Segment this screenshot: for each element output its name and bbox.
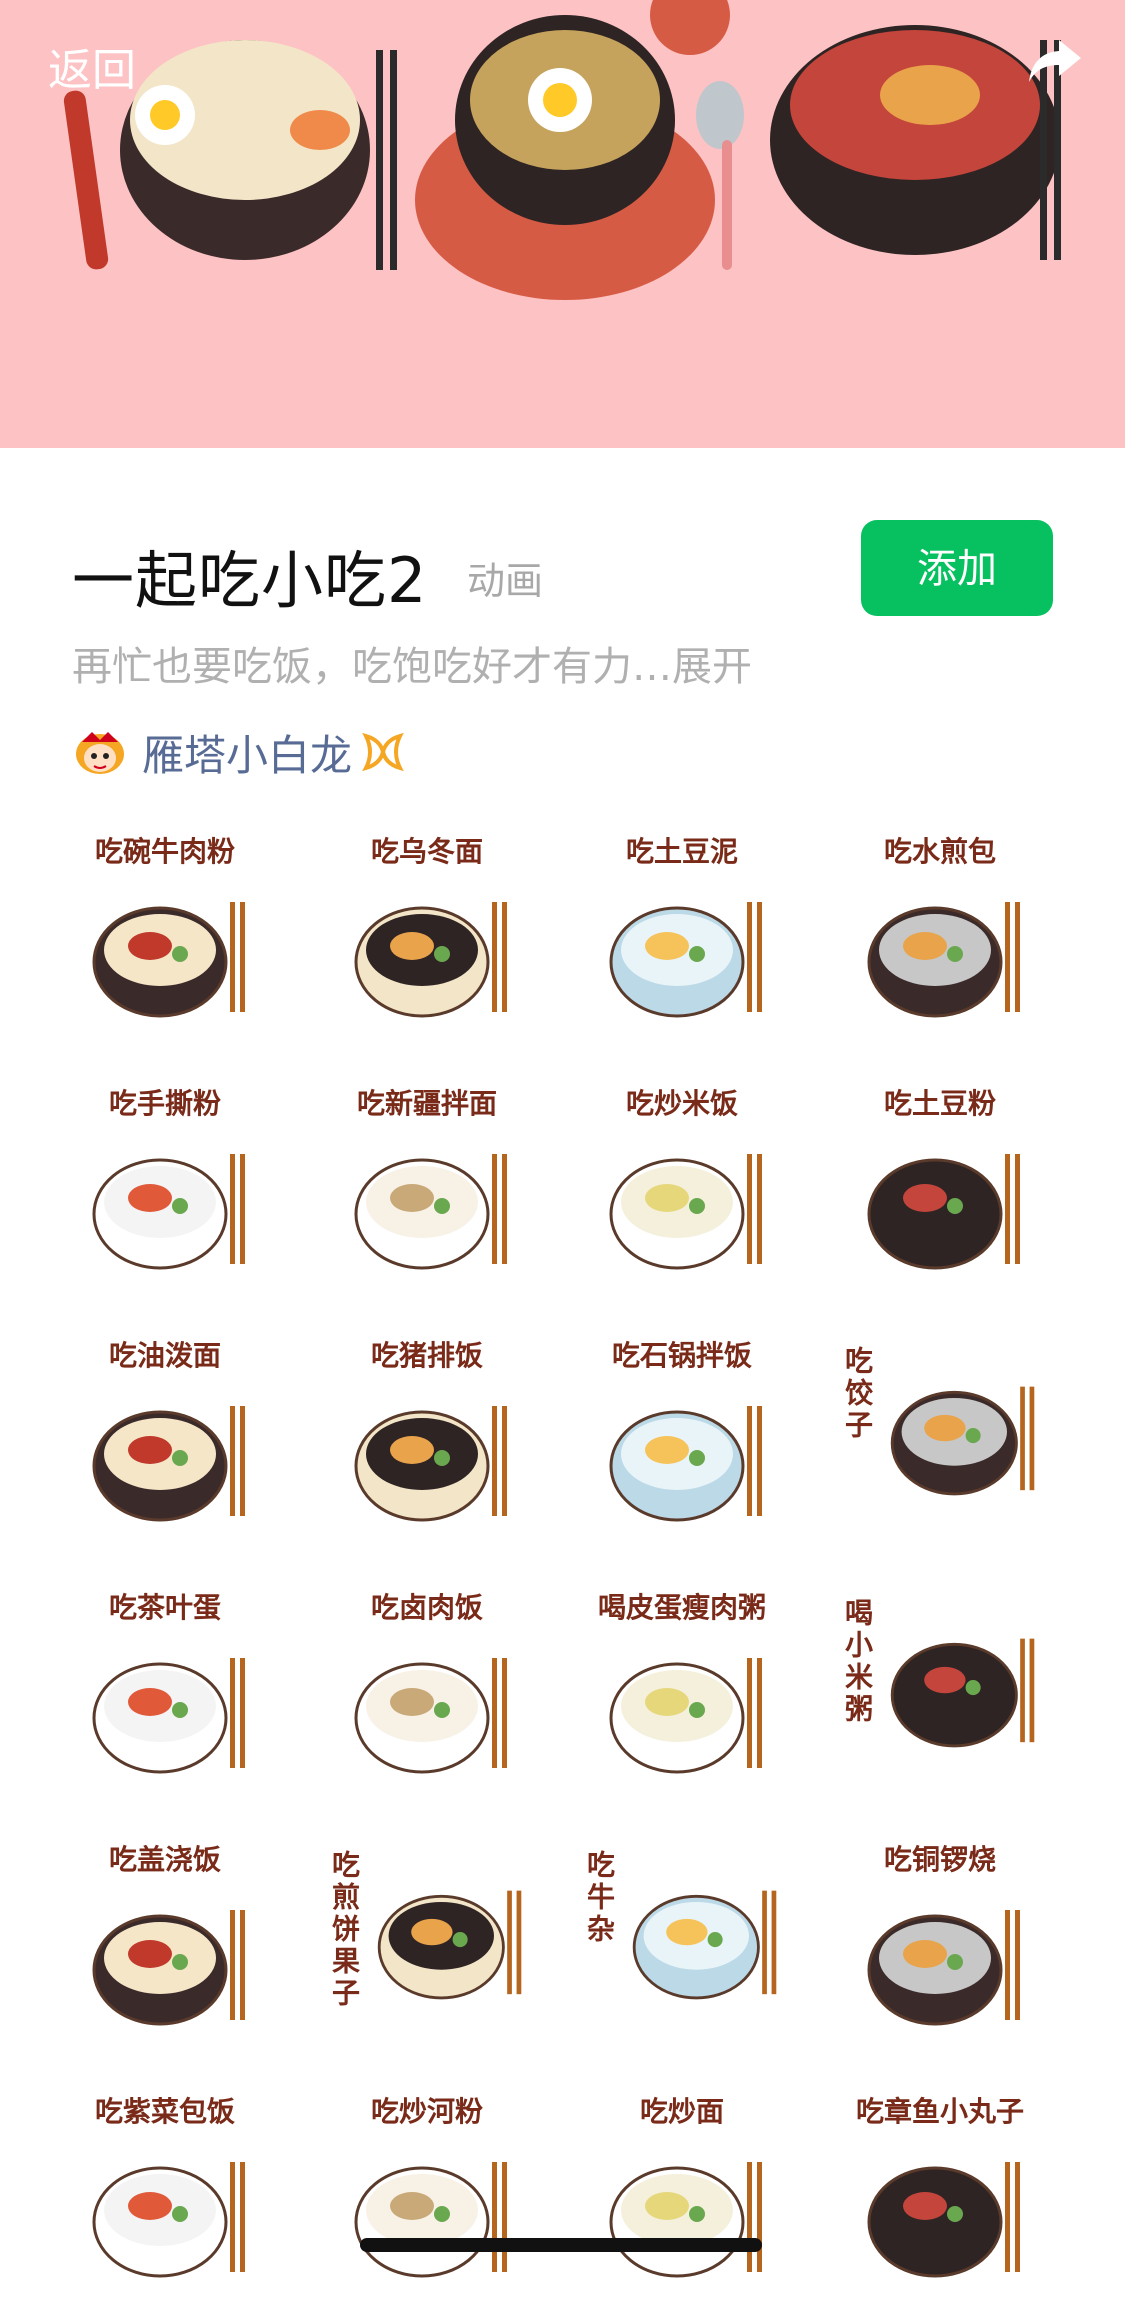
sticker-label: 吃炒面 (639, 2095, 724, 2128)
sticker-label: 吃牛杂 (583, 1850, 616, 1946)
food-illustration-icon (92, 1658, 245, 1774)
share-icon[interactable] (1027, 36, 1083, 86)
sticker-label: 吃碗牛肉粉 (94, 835, 235, 868)
sticker-label: 吃饺子 (841, 1346, 874, 1442)
sticker-label: 吃炒米饭 (625, 1087, 738, 1120)
sticker-label: 吃章鱼小丸子 (855, 2095, 1024, 2128)
sticker-item[interactable]: 吃新疆拌面 (322, 1082, 532, 1292)
sticker-label: 吃乌冬面 (370, 835, 483, 868)
sticker-item[interactable]: 吃饺子 (835, 1334, 1045, 1544)
sticker-item[interactable]: 吃水煎包 (835, 830, 1045, 1040)
food-illustration-icon (609, 1154, 762, 1270)
sticker-label: 吃炒河粉 (370, 2095, 483, 2128)
sticker-item[interactable]: 吃煎饼果子 (322, 1838, 532, 2048)
sticker-item[interactable]: 吃猪排饭 (322, 1334, 532, 1544)
animated-tag: 动画 (467, 559, 544, 603)
sticker-item[interactable]: 吃土豆泥 (577, 830, 787, 1040)
sticker-item[interactable]: 吃石锅拌饭 (577, 1334, 787, 1544)
sticker-label: 吃卤肉饭 (370, 1591, 483, 1624)
sticker-label: 吃新疆拌面 (356, 1087, 497, 1120)
back-button[interactable]: 返回 (48, 34, 136, 98)
sticker-label: 吃油泼面 (108, 1339, 221, 1372)
sticker-item[interactable]: 吃油泼面 (60, 1334, 270, 1544)
sticker-label: 吃茶叶蛋 (108, 1591, 221, 1624)
sticker-label: 吃煎饼果子 (328, 1850, 361, 2010)
food-illustration-icon (354, 1658, 507, 1774)
food-illustration-icon (92, 902, 245, 1018)
food-illustration-icon (354, 1406, 507, 1522)
sticker-item[interactable]: 吃盖浇饭 (60, 1838, 270, 2048)
food-illustration-icon (92, 2162, 245, 2278)
author-link[interactable]: 雁塔小白龙 (72, 722, 406, 782)
food-illustration-icon (354, 902, 507, 1018)
sticker-label: 吃水煎包 (883, 835, 996, 868)
home-indicator (360, 2238, 762, 2252)
food-illustration-icon (92, 1910, 245, 2026)
sticker-label: 吃猪排饭 (370, 1339, 483, 1372)
food-illustration-icon (609, 1406, 762, 1522)
sticker-label: 吃手撕粉 (108, 1087, 221, 1120)
sticker-item[interactable]: 吃章鱼小丸子 (835, 2090, 1045, 2300)
sticker-label: 吃铜锣烧 (883, 1843, 996, 1876)
author-name: 雁塔小白龙 (142, 730, 353, 780)
sticker-item[interactable]: 吃手撕粉 (60, 1082, 270, 1292)
sticker-item[interactable]: 吃炒米饭 (577, 1082, 787, 1292)
sticker-label: 吃石锅拌饭 (611, 1339, 752, 1372)
food-illustration-icon (632, 1890, 777, 2000)
banner-image: 返回 (0, 0, 1125, 448)
sticker-item[interactable]: 喝皮蛋瘦肉粥 (577, 1586, 787, 1796)
sticker-label: 喝皮蛋瘦肉粥 (597, 1591, 766, 1624)
food-illustration-icon (354, 2162, 507, 2278)
food-illustration-icon (890, 1638, 1035, 1748)
food-illustration-icon (377, 1890, 522, 2000)
food-illustration-icon (867, 902, 1020, 1018)
food-illustration-icon (609, 902, 762, 1018)
creator-badge-icon (362, 732, 404, 772)
food-illustration-icon (609, 1658, 762, 1774)
sticker-item[interactable]: 吃碗牛肉粉 (60, 830, 270, 1040)
pack-description[interactable]: 再忙也要吃饭，吃饱吃好才有力…展开 (72, 634, 752, 692)
sticker-item[interactable]: 吃炒面 (577, 2090, 787, 2300)
food-illustration-icon (354, 1154, 507, 1270)
food-illustration-icon (890, 1386, 1035, 1496)
sticker-item[interactable]: 吃紫菜包饭 (60, 2090, 270, 2300)
sticker-item[interactable]: 吃土豆粉 (835, 1082, 1045, 1292)
food-illustration-icon (92, 1406, 245, 1522)
pack-title: 一起吃小吃2 (72, 544, 428, 617)
sticker-pack-header: 一起吃小吃2 动画 添加 (72, 520, 1053, 620)
food-illustration-icon (867, 1910, 1020, 2026)
sticker-item[interactable]: 吃炒河粉 (322, 2090, 532, 2300)
author-avatar-icon (76, 732, 124, 774)
food-illustration-icon (609, 2162, 762, 2278)
sticker-item[interactable]: 吃卤肉饭 (322, 1586, 532, 1796)
sticker-item[interactable]: 吃牛杂 (577, 1838, 787, 2048)
sticker-item[interactable]: 吃铜锣烧 (835, 1838, 1045, 2048)
sticker-label: 吃土豆泥 (625, 835, 738, 868)
food-illustration-icon (92, 1154, 245, 1270)
sticker-label: 吃土豆粉 (883, 1087, 996, 1120)
food-banner-illustration (63, 0, 1061, 300)
sticker-label: 吃盖浇饭 (108, 1843, 221, 1876)
sticker-item[interactable]: 吃乌冬面 (322, 830, 532, 1040)
food-illustration-icon (867, 1154, 1020, 1270)
sticker-label: 喝小米粥 (841, 1598, 874, 1726)
sticker-label: 吃紫菜包饭 (94, 2095, 235, 2128)
sticker-item[interactable]: 吃茶叶蛋 (60, 1586, 270, 1796)
add-button[interactable]: 添加 (861, 520, 1053, 616)
sticker-item[interactable]: 喝小米粥 (835, 1586, 1045, 1796)
food-illustration-icon (867, 2162, 1020, 2278)
